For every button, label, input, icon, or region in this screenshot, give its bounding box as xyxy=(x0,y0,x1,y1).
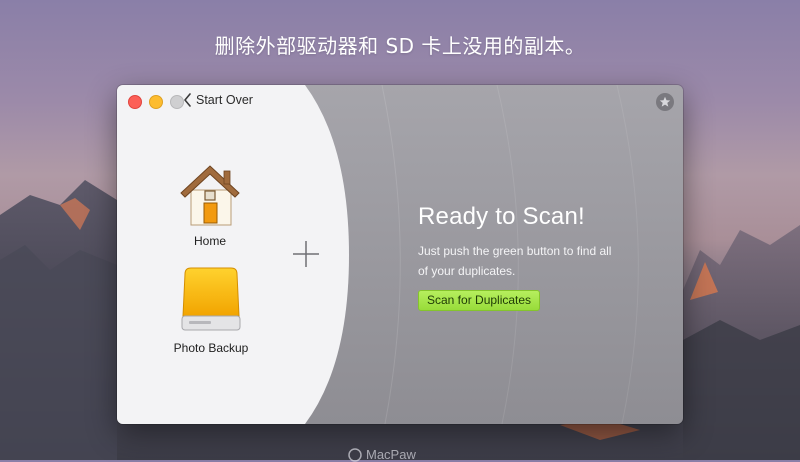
minimize-window-button[interactable] xyxy=(149,95,163,109)
ready-panel: Ready to Scan! Just push the green butto… xyxy=(418,203,618,281)
ready-subtitle: Just push the green button to find all o… xyxy=(418,244,612,278)
star-icon[interactable] xyxy=(656,93,674,111)
folder-label-home: Home xyxy=(193,234,226,248)
app-window: Start Over Home Photo Backup Ready to Sc… xyxy=(117,85,683,424)
macpaw-logo-icon xyxy=(348,447,362,462)
chevron-left-icon xyxy=(184,93,191,107)
window-controls xyxy=(128,95,184,109)
start-over-button[interactable]: Start Over xyxy=(183,93,253,107)
start-over-label: Start Over xyxy=(196,93,253,107)
home-folder-icon xyxy=(180,165,240,226)
promo-caption: 删除外部驱动器和 SD 卡上没用的副本。 xyxy=(214,34,586,58)
folder-label-photo-backup: Photo Backup xyxy=(173,341,249,355)
external-drive-icon xyxy=(181,267,241,331)
close-window-button[interactable] xyxy=(128,95,142,109)
zoom-window-button[interactable] xyxy=(170,95,184,109)
plus-icon[interactable] xyxy=(292,240,320,268)
scan-for-duplicates-button[interactable]: Scan for Duplicates xyxy=(418,290,541,311)
ready-title: Ready to Scan! xyxy=(418,203,585,230)
folder-item-photo-backup[interactable]: Photo Backup xyxy=(146,266,276,355)
folder-item-home[interactable]: Home xyxy=(145,161,275,248)
